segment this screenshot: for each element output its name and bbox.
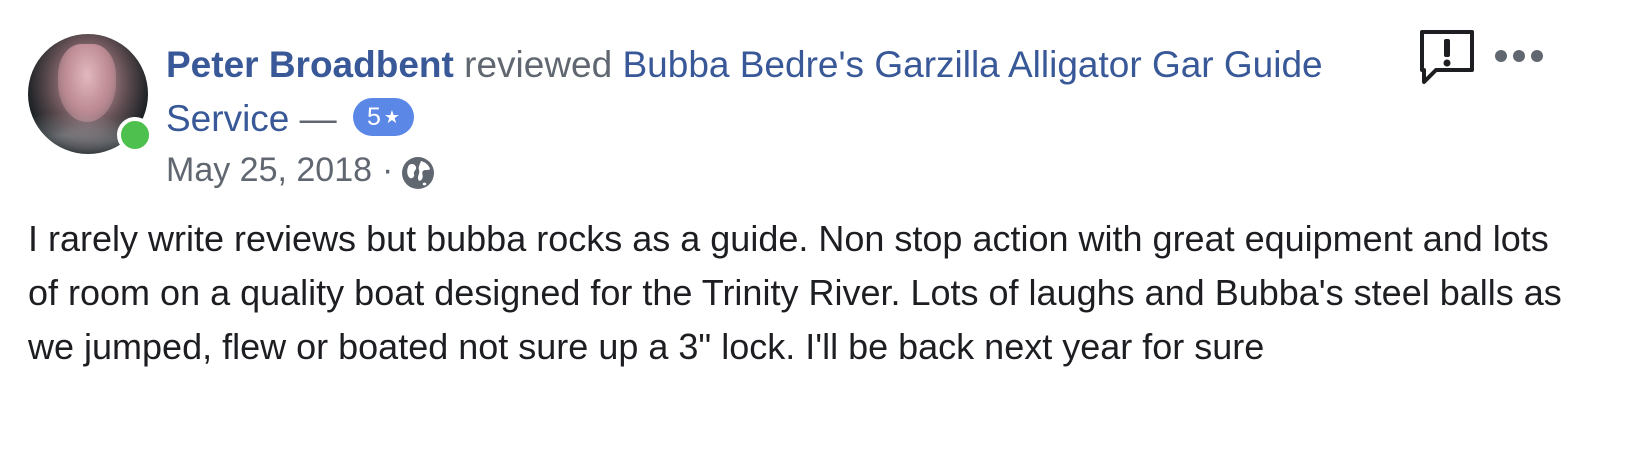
- globe-icon[interactable]: [401, 156, 435, 190]
- post-date-link[interactable]: May 25, 2018: [166, 148, 372, 192]
- author-name-link[interactable]: Peter Broadbent: [166, 44, 454, 85]
- more-options-icon[interactable]: [1494, 44, 1544, 68]
- rating-badge[interactable]: 5 ★: [352, 98, 414, 137]
- report-icon[interactable]: [1418, 28, 1476, 86]
- meta-separator: ·: [382, 151, 394, 189]
- star-icon: ★: [383, 107, 400, 128]
- review-post: Peter Broadbent reviewed Bubba Bedre's G…: [0, 0, 1640, 464]
- avatar[interactable]: [28, 34, 153, 154]
- review-header: Peter Broadbent reviewed Bubba Bedre's G…: [166, 38, 1396, 146]
- rating-value: 5: [366, 103, 381, 132]
- post-meta: May 25, 2018 ·: [166, 148, 435, 192]
- reviewed-label: reviewed: [464, 44, 613, 85]
- online-status-dot: [117, 117, 153, 153]
- review-body-text: I rarely write reviews but bubba rocks a…: [28, 218, 1562, 367]
- header-dash: —: [299, 98, 337, 139]
